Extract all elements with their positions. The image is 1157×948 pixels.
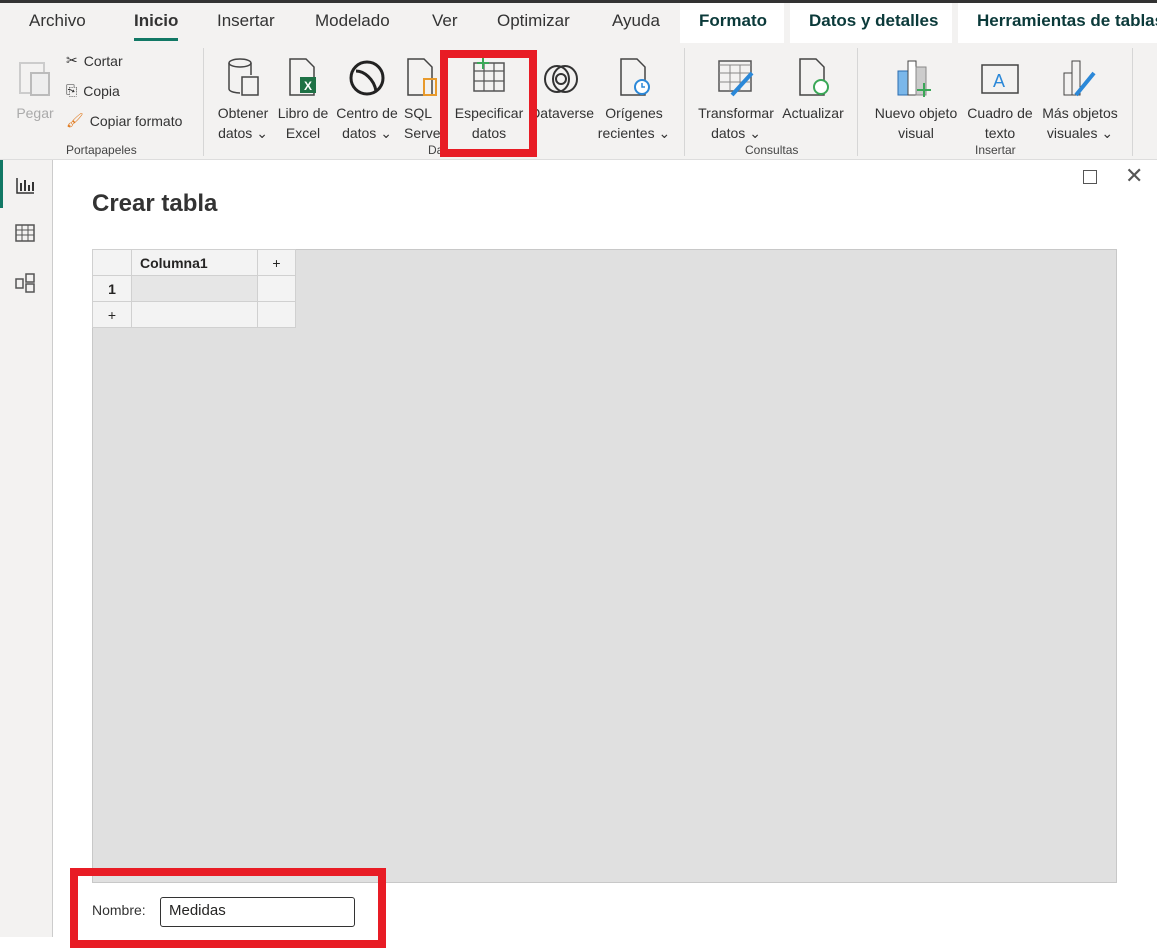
tab-insertar[interactable]: Insertar xyxy=(217,11,275,31)
sql-server-button[interactable]: SQL Serve xyxy=(404,51,440,143)
transform-data-button[interactable]: Transformar datos ⌄ xyxy=(694,51,778,143)
refresh-button[interactable]: Actualizar xyxy=(778,51,848,123)
close-icon[interactable]: ✕ xyxy=(1125,163,1143,189)
hub-label2: datos ⌄ xyxy=(342,125,392,141)
excel-icon: X xyxy=(274,51,332,97)
tab-archivo[interactable]: Archivo xyxy=(29,11,86,31)
group-label-insertar: Insertar xyxy=(975,143,1016,157)
maximize-button[interactable] xyxy=(1083,170,1097,184)
empty-cell xyxy=(257,301,296,328)
divider xyxy=(684,48,685,156)
refresh-icon xyxy=(778,51,848,97)
tab-optimizar[interactable]: Optimizar xyxy=(497,11,570,31)
scissors-icon: ✂ xyxy=(66,52,78,68)
format-painter-button[interactable]: 🖌 Copiar formato xyxy=(66,112,182,129)
dataverse-button[interactable]: Dataverse xyxy=(528,51,594,123)
copy-icon: ⎘ xyxy=(66,82,78,98)
onelake-hub-icon xyxy=(332,51,402,97)
divider xyxy=(1132,48,1133,156)
more-visuals-label2: visuales ⌄ xyxy=(1046,125,1114,141)
brush-icon: 🖌 xyxy=(66,112,84,128)
recent-sources-button[interactable]: Orígenes recientes ⌄ xyxy=(596,51,672,143)
add-column-button[interactable]: + xyxy=(257,249,296,276)
paste-button[interactable]: Pegar xyxy=(14,51,56,123)
get-data-label2: datos ⌄ xyxy=(218,125,268,141)
data-grid: Columna1 + 1 + xyxy=(92,249,1117,883)
group-label-portapapeles: Portapapeles xyxy=(66,143,137,157)
active-indicator xyxy=(0,160,3,208)
transform-icon xyxy=(694,51,778,97)
empty-cell xyxy=(131,301,258,328)
transform-label2: datos ⌄ xyxy=(711,125,761,141)
tab-formato[interactable]: Formato xyxy=(680,3,784,43)
divider xyxy=(857,48,858,156)
column-header[interactable]: Columna1 xyxy=(131,249,258,276)
recent-file-icon xyxy=(596,51,672,97)
ribbon-tabs: Archivo Inicio Insertar Modelado Ver Opt… xyxy=(0,3,1157,43)
model-view-icon[interactable] xyxy=(14,272,36,294)
tab-ver[interactable]: Ver xyxy=(432,11,458,31)
clipboard-icon xyxy=(14,51,56,97)
dialog-title: Crear tabla xyxy=(92,190,218,217)
data-cell[interactable] xyxy=(131,275,258,302)
tab-datos-detalles[interactable]: Datos y detalles xyxy=(790,3,952,43)
highlight-box-name xyxy=(70,868,386,948)
new-visual-icon xyxy=(866,51,966,97)
create-table-dialog: ✕ Crear tabla Columna1 + 1 + Nombre: Med… xyxy=(52,160,1150,937)
corner-cell xyxy=(92,249,132,276)
highlight-box-enter-data xyxy=(440,50,537,157)
row-number: 1 xyxy=(92,275,132,302)
copy-button[interactable]: ⎘ Copia xyxy=(66,82,120,99)
sql-icon xyxy=(404,51,440,97)
textbox-button[interactable]: A Cuadro de texto xyxy=(964,51,1036,143)
tab-ayuda[interactable]: Ayuda xyxy=(612,11,660,31)
svg-text:X: X xyxy=(304,79,312,93)
view-sidebar xyxy=(0,160,52,937)
dataverse-icon xyxy=(528,51,594,97)
table-view-icon[interactable] xyxy=(14,222,36,244)
tab-modelado[interactable]: Modelado xyxy=(315,11,390,31)
recent-label2: recientes ⌄ xyxy=(597,125,671,141)
add-row-button[interactable]: + xyxy=(92,301,132,328)
data-hub-button[interactable]: Centro de datos ⌄ xyxy=(332,51,402,143)
excel-button[interactable]: X Libro de Excel xyxy=(274,51,332,143)
textbox-icon: A xyxy=(964,51,1036,97)
get-data-button[interactable]: Obtener datos ⌄ xyxy=(212,51,274,143)
ribbon: Pegar ✂ Cortar ⎘ Copia 🖌 Copiar formato Por… xyxy=(0,43,1157,160)
new-visual-button[interactable]: Nuevo objeto visual xyxy=(866,51,966,143)
tab-inicio[interactable]: Inicio xyxy=(134,11,179,41)
svg-text:A: A xyxy=(993,71,1005,91)
cut-button[interactable]: ✂ Cortar xyxy=(66,52,123,69)
more-visuals-icon xyxy=(1036,51,1124,97)
divider xyxy=(203,48,204,156)
empty-cell xyxy=(257,275,296,302)
tab-herramientas-tablas[interactable]: Herramientas de tablas xyxy=(958,3,1157,43)
report-view-icon[interactable] xyxy=(14,174,36,196)
group-label-consultas: Consultas xyxy=(745,143,799,157)
more-visuals-button[interactable]: Más objetos visuales ⌄ xyxy=(1036,51,1124,143)
database-icon xyxy=(212,51,274,97)
